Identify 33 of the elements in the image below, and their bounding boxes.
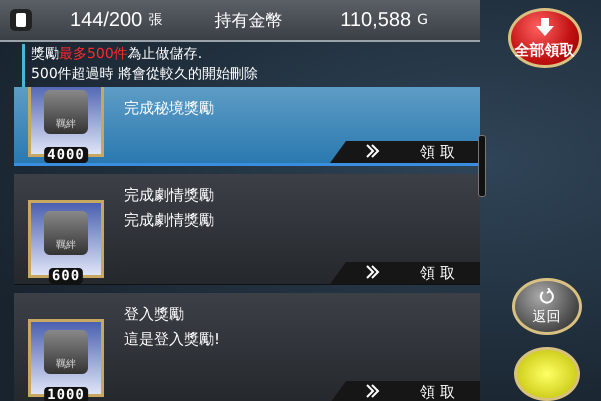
claim-button[interactable]: 領 取 [330, 262, 480, 284]
claim-button[interactable]: 領 取 [330, 381, 480, 401]
notice-text: 500件超過時 將會從較久的開始刪除 [31, 65, 260, 84]
claim-button[interactable]: 領 取 [330, 141, 480, 163]
icon-label: 羈絆 [56, 238, 76, 252]
count-unit: 張 [148, 11, 162, 29]
coin-label: 持有金幣 [214, 10, 282, 32]
chevron-icon [366, 144, 380, 160]
refresh-icon [538, 288, 556, 306]
reward-quantity: 1000 [44, 387, 88, 401]
claim-all-button[interactable]: 全部領取 [508, 8, 582, 68]
reward-title: 完成秘境獎勵 [124, 99, 214, 118]
reward-row[interactable]: 羈絆 4000 完成秘境獎勵 領 取 [14, 87, 480, 166]
reward-row[interactable]: 羈絆 600 完成劇情獎勵 完成劇情獎勵 領 取 [14, 174, 480, 285]
coin-unit: G [417, 12, 428, 28]
item-count: 144/200 [70, 8, 142, 32]
chevron-icon [366, 384, 380, 400]
reward-quantity: 600 [48, 268, 84, 284]
reward-quantity: 4000 [44, 147, 88, 163]
notice-text: 獎勵最多500件為止做儲存. [31, 45, 204, 64]
icon-label: 羈絆 [56, 358, 76, 371]
reward-description: 這是登入獎勵! [124, 330, 220, 349]
coin-amount: 110,588 [340, 8, 412, 32]
reward-title: 完成劇情獎勵 [124, 186, 214, 205]
back-button[interactable]: 返回 [512, 278, 582, 336]
reward-description: 完成劇情獎勵 [124, 211, 214, 230]
scrollbar[interactable] [478, 135, 486, 197]
down-arrow-icon [534, 16, 554, 37]
reward-row[interactable]: 羈絆 1000 登入獎勵 這是登入獎勵! 領 取 [14, 293, 480, 401]
chevron-icon [366, 264, 380, 282]
reward-title: 登入獎勵 [124, 305, 185, 324]
icon-label: 羈絆 [56, 118, 76, 131]
menu-icon[interactable] [10, 9, 32, 31]
